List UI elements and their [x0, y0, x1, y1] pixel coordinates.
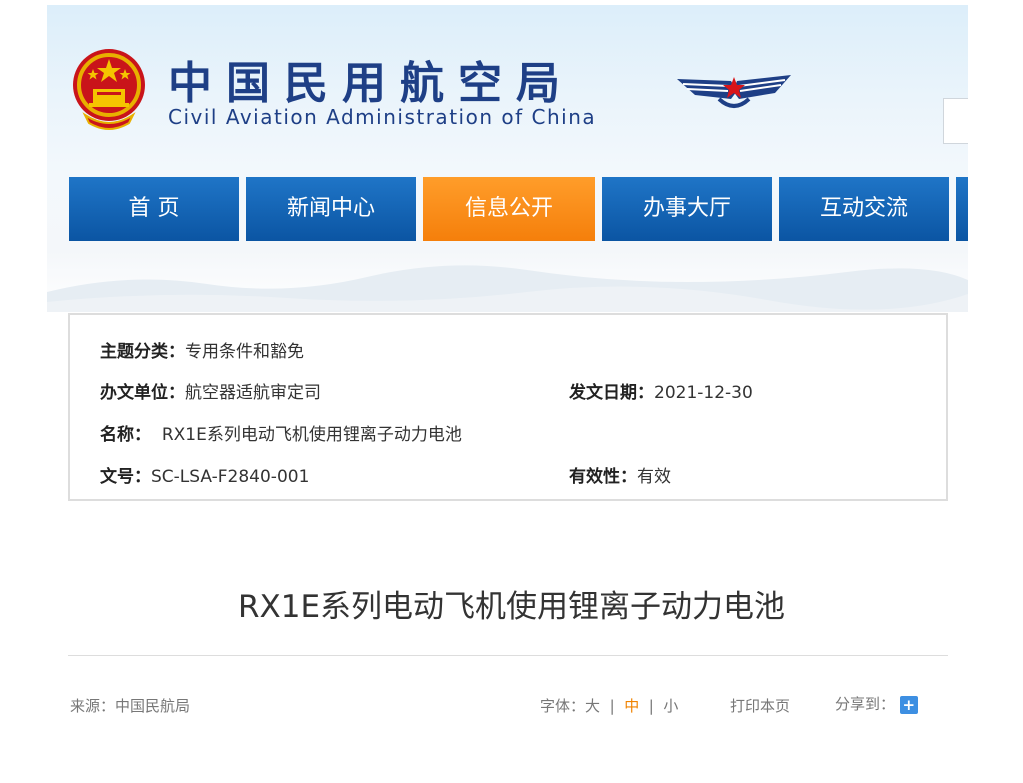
share-plus-icon[interactable]: +: [899, 695, 918, 714]
search-input[interactable]: [943, 98, 968, 144]
dept-row: 办文单位：航空器适航审定司: [100, 378, 321, 403]
national-emblem-icon[interactable]: [71, 45, 147, 131]
source-label: 来源：: [70, 697, 116, 715]
share-area: 分享到： +: [835, 693, 918, 714]
name-label: 名称：: [100, 425, 151, 445]
subject-label: 主题分类：: [100, 342, 185, 362]
font-size-controls: 字体：大 | 中 | 小: [540, 695, 678, 716]
nav-item-home[interactable]: 首 页: [69, 177, 239, 241]
document-info-box: 主题分类：专用条件和豁免 办文单位：航空器适航审定司 发文日期：2021-12-…: [68, 313, 948, 501]
font-size-small-link[interactable]: 小: [663, 697, 678, 715]
site-header: 中国民用航空局 Civil Aviation Administration of…: [47, 5, 968, 312]
source-value: 中国民航局: [115, 697, 191, 715]
font-size-label: 字体：: [540, 697, 586, 715]
article-title: RX1E系列电动飞机使用锂离子动力电池: [237, 589, 786, 625]
share-label: 分享到：: [835, 695, 896, 713]
subject-row: 主题分类：专用条件和豁免: [100, 337, 304, 362]
dept-label: 办文单位：: [100, 383, 185, 403]
font-size-separator: |: [648, 697, 654, 715]
nav-item-news[interactable]: 新闻中心: [246, 177, 416, 241]
font-size-large-link[interactable]: 大: [585, 697, 600, 715]
nav-item-service-hall[interactable]: 办事大厅: [602, 177, 772, 241]
nav-item-interaction[interactable]: 互动交流: [779, 177, 949, 241]
docno-label: 文号：: [100, 467, 151, 487]
validity-value: 有效: [637, 467, 671, 487]
validity-row: 有效性：有效: [569, 462, 671, 487]
docno-value: SC-LSA-F2840-001: [151, 467, 310, 487]
dept-value: 航空器适航审定司: [185, 383, 321, 403]
site-title-cn[interactable]: 中国民用航空局: [168, 47, 574, 111]
subject-value: 专用条件和豁免: [185, 342, 304, 362]
date-label: 发文日期：: [569, 383, 654, 403]
name-value: RX1E系列电动飞机使用锂离子动力电池: [161, 425, 462, 445]
source-info: 来源：中国民航局: [70, 695, 190, 716]
site-title-en[interactable]: Civil Aviation Administration of China: [168, 105, 596, 129]
title-divider: [68, 655, 948, 656]
docno-row: 文号：SC-LSA-F2840-001: [100, 462, 309, 487]
caac-wings-logo-icon: [677, 75, 791, 108]
name-row: 名称： RX1E系列电动飞机使用锂离子动力电池: [100, 420, 462, 445]
date-row: 发文日期：2021-12-30: [569, 378, 753, 403]
nav-item-more[interactable]: [956, 177, 968, 241]
date-value: 2021-12-30: [654, 383, 753, 403]
nav-item-info-public[interactable]: 信息公开: [423, 177, 595, 241]
validity-label: 有效性：: [569, 467, 637, 487]
font-size-medium-link[interactable]: 中: [624, 697, 639, 715]
font-size-separator: |: [609, 697, 615, 715]
print-page-link[interactable]: 打印本页: [730, 695, 790, 716]
